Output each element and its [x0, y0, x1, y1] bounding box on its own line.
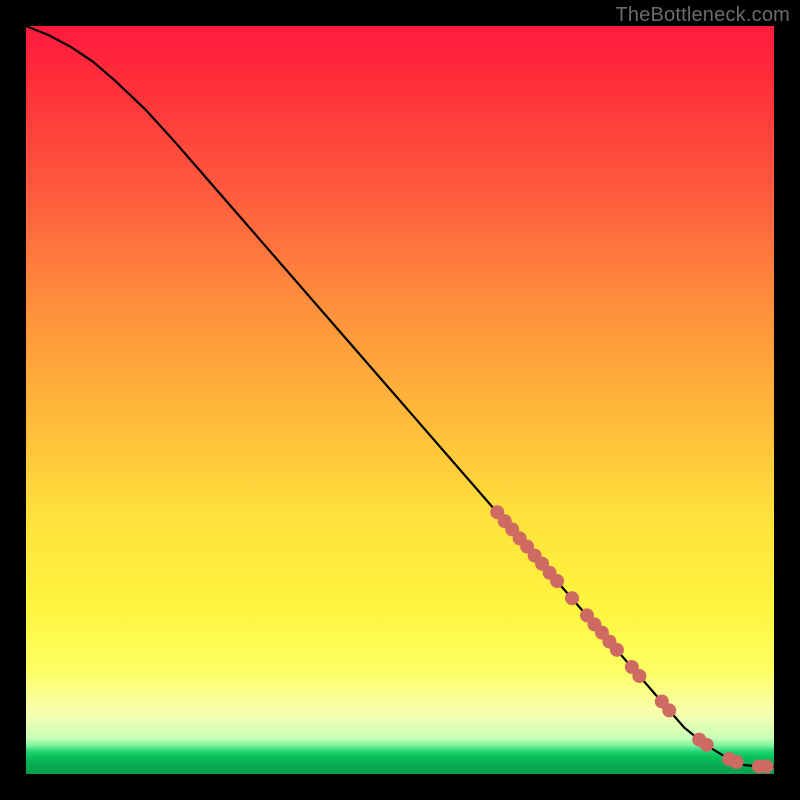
- curve-line: [26, 26, 774, 767]
- data-markers: [490, 505, 773, 773]
- data-marker: [760, 760, 774, 774]
- data-marker: [662, 703, 676, 717]
- chart-stage: TheBottleneck.com: [0, 0, 800, 800]
- data-marker: [610, 643, 624, 657]
- data-marker: [550, 574, 564, 588]
- watermark-text: TheBottleneck.com: [615, 4, 790, 27]
- data-marker: [700, 738, 714, 752]
- data-marker: [632, 669, 646, 683]
- plot-area: [26, 26, 774, 774]
- data-marker: [730, 755, 744, 769]
- data-marker: [565, 591, 579, 605]
- chart-svg: [26, 26, 774, 774]
